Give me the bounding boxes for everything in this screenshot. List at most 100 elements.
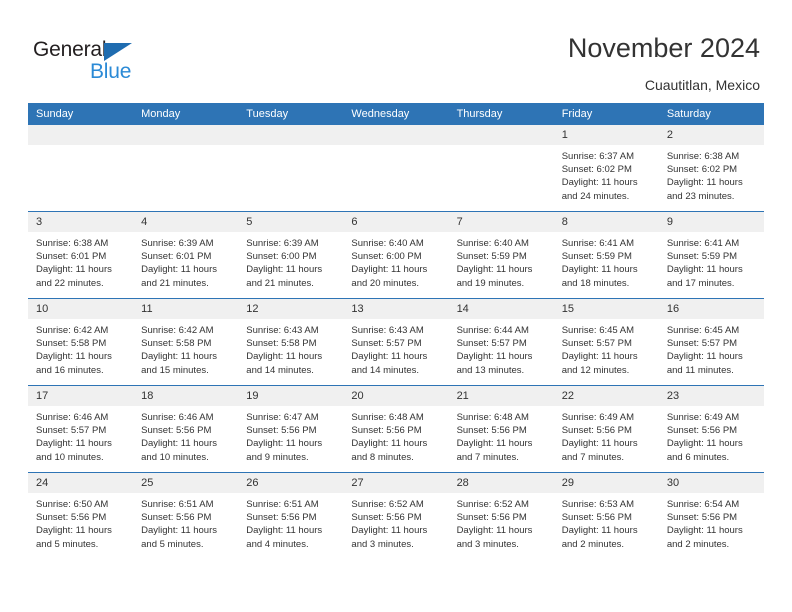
general-blue-logo[interactable]: General Blue: [33, 38, 153, 84]
day-info-line: Sunset: 5:56 PM: [351, 425, 422, 437]
day-info-line: Daylight: 11 hours: [561, 525, 638, 537]
day-info-line: Sunset: 5:59 PM: [666, 251, 738, 263]
day-info-line: Daylight: 11 hours: [351, 351, 428, 363]
day-number: 29: [553, 473, 659, 493]
day-info-line: Sunrise: 6:52 AM: [456, 499, 529, 510]
day-number: 16: [658, 299, 764, 319]
day-info-line: Sunset: 5:56 PM: [141, 425, 212, 437]
day-info-line: and 18 minutes.: [561, 277, 630, 289]
calendar-day-cell[interactable]: 19 Sunrise: 6:47 AM Sunset: 5:56 PM Dayligh…: [238, 385, 344, 473]
calendar-day-cell[interactable]: 28 Sunrise: 6:52 AM Sunset: 5:56 PM Dayligh…: [448, 472, 554, 559]
day-sun-info: Sunrise: 6:40 AM Sunset: 5:59 PM Daylight:…: [449, 232, 554, 290]
day-sun-info: Sunrise: 6:44 AM Sunset: 5:57 PM Daylight:…: [449, 319, 554, 377]
calendar-day-cell[interactable]: 25 Sunrise: 6:51 AM Sunset: 5:56 PM Dayligh…: [133, 472, 239, 559]
day-info-line: and 19 minutes.: [456, 277, 525, 289]
calendar-day-cell[interactable]: 16 Sunrise: 6:45 AM Sunset: 5:57 PM Dayligh…: [658, 298, 764, 386]
day-info-line: Daylight: 11 hours: [561, 351, 638, 363]
day-sun-info: Sunrise: 6:47 AM Sunset: 5:56 PM Daylight:…: [238, 406, 343, 464]
day-info-line: and 5 minutes.: [36, 538, 99, 550]
calendar-week-row: 17 Sunrise: 6:46 AM Sunset: 5:57 PM Dayligh…: [28, 385, 764, 473]
calendar-day-cell[interactable]: 29 Sunrise: 6:53 AM Sunset: 5:56 PM Dayligh…: [553, 472, 659, 559]
day-info-line: Sunrise: 6:43 AM: [246, 325, 319, 336]
calendar-day-cell[interactable]: 18 Sunrise: 6:46 AM Sunset: 5:56 PM Dayligh…: [133, 385, 239, 473]
day-info-line: Sunset: 5:56 PM: [141, 512, 212, 524]
day-info-line: Sunset: 5:56 PM: [456, 425, 527, 437]
day-info-line: and 5 minutes.: [141, 538, 204, 550]
logo-text-general: General: [33, 38, 107, 61]
calendar-day-cell[interactable]: 20 Sunrise: 6:48 AM Sunset: 5:56 PM Dayligh…: [343, 385, 449, 473]
day-info-line: Sunset: 6:02 PM: [666, 164, 738, 176]
calendar-day-cell[interactable]: 12 Sunrise: 6:43 AM Sunset: 5:58 PM Dayligh…: [238, 298, 344, 386]
day-info-line: and 4 minutes.: [246, 538, 309, 550]
calendar-empty-cell: [28, 125, 134, 212]
day-info-line: Sunrise: 6:42 AM: [36, 325, 109, 336]
day-sun-info: Sunrise: 6:51 AM Sunset: 5:56 PM Daylight:…: [133, 493, 238, 551]
calendar-empty-cell: [343, 125, 449, 212]
calendar-day-cell[interactable]: 3 Sunrise: 6:38 AM Sunset: 6:01 PM Daylight…: [28, 211, 134, 299]
day-number: 5: [238, 212, 344, 232]
calendar-day-cell[interactable]: 8 Sunrise: 6:41 AM Sunset: 5:59 PM Daylight…: [553, 211, 659, 299]
calendar-day-cell[interactable]: 22 Sunrise: 6:49 AM Sunset: 5:56 PM Dayligh…: [553, 385, 659, 473]
logo-text-blue: Blue: [90, 60, 132, 83]
day-info-line: Daylight: 11 hours: [246, 525, 323, 537]
day-info-line: Sunrise: 6:39 AM: [246, 238, 319, 249]
day-number: 28: [448, 473, 554, 493]
day-info-line: Sunset: 5:57 PM: [351, 338, 422, 350]
day-info-line: and 2 minutes.: [561, 538, 625, 550]
calendar-day-cell[interactable]: 5 Sunrise: 6:39 AM Sunset: 6:00 PM Daylight…: [238, 211, 344, 299]
day-sun-info: Sunrise: 6:43 AM Sunset: 5:57 PM Daylight:…: [343, 319, 448, 377]
day-info-line: Daylight: 11 hours: [456, 525, 533, 537]
day-info-line: Daylight: 11 hours: [351, 525, 428, 537]
calendar-day-cell[interactable]: 26 Sunrise: 6:51 AM Sunset: 5:56 PM Dayligh…: [238, 472, 344, 559]
day-info-line: Sunset: 5:59 PM: [456, 251, 527, 263]
day-number: [133, 125, 239, 145]
day-sun-info: Sunrise: 6:51 AM Sunset: 5:56 PM Daylight:…: [238, 493, 343, 551]
calendar-day-cell[interactable]: 4 Sunrise: 6:39 AM Sunset: 6:01 PM Daylight…: [133, 211, 239, 299]
day-number: 20: [343, 386, 449, 406]
day-info-line: Sunrise: 6:53 AM: [561, 499, 635, 510]
day-info-line: Sunrise: 6:40 AM: [456, 238, 529, 249]
day-info-line: Sunrise: 6:41 AM: [561, 238, 635, 249]
calendar-day-cell[interactable]: 23 Sunrise: 6:49 AM Sunset: 5:56 PM Dayligh…: [658, 385, 764, 473]
calendar-day-cell[interactable]: 17 Sunrise: 6:46 AM Sunset: 5:57 PM Dayligh…: [28, 385, 134, 473]
calendar-week-row: 24 Sunrise: 6:50 AM Sunset: 5:56 PM Dayligh…: [28, 472, 764, 559]
day-info-line: Sunrise: 6:37 AM: [561, 151, 635, 162]
day-info-line: Daylight: 11 hours: [246, 438, 323, 450]
day-info-line: Daylight: 11 hours: [456, 351, 533, 363]
day-info-line: Sunset: 6:00 PM: [351, 251, 422, 263]
day-info-line: Daylight: 11 hours: [36, 438, 112, 450]
calendar-day-cell[interactable]: 15 Sunrise: 6:45 AM Sunset: 5:57 PM Dayligh…: [553, 298, 659, 386]
calendar-page: General Blue November 2024 Cuautitlan, M…: [0, 0, 792, 612]
calendar-day-cell[interactable]: 6 Sunrise: 6:40 AM Sunset: 6:00 PM Daylight…: [343, 211, 449, 299]
calendar-grid: Sunday Monday Tuesday Wednesday Thursday…: [28, 103, 764, 559]
day-sun-info: Sunrise: 6:52 AM Sunset: 5:56 PM Daylight:…: [343, 493, 448, 551]
calendar-empty-cell: [133, 125, 239, 212]
calendar-day-cell[interactable]: 24 Sunrise: 6:50 AM Sunset: 5:56 PM Dayligh…: [28, 472, 134, 559]
day-info-line: Sunset: 5:57 PM: [666, 338, 738, 350]
calendar-day-cell[interactable]: 10 Sunrise: 6:42 AM Sunset: 5:58 PM Dayligh…: [28, 298, 134, 386]
calendar-day-cell[interactable]: 13 Sunrise: 6:43 AM Sunset: 5:57 PM Dayligh…: [343, 298, 449, 386]
day-number: 6: [343, 212, 449, 232]
day-info-line: Sunset: 5:56 PM: [666, 512, 738, 524]
calendar-day-cell[interactable]: 14 Sunrise: 6:44 AM Sunset: 5:57 PM Dayligh…: [448, 298, 554, 386]
day-sun-info: Sunrise: 6:41 AM Sunset: 5:59 PM Daylight:…: [554, 232, 659, 290]
day-info-line: Daylight: 11 hours: [456, 438, 533, 450]
calendar-day-cell[interactable]: 30 Sunrise: 6:54 AM Sunset: 5:56 PM Dayligh…: [658, 472, 764, 559]
calendar-day-cell[interactable]: 2 Sunrise: 6:38 AM Sunset: 6:02 PM Daylight…: [658, 125, 764, 212]
calendar-day-cell[interactable]: 1 Sunrise: 6:37 AM Sunset: 6:02 PM Daylight…: [553, 125, 659, 212]
day-info-line: and 7 minutes.: [456, 451, 519, 463]
day-number: 11: [133, 299, 239, 319]
calendar-day-cell[interactable]: 27 Sunrise: 6:52 AM Sunset: 5:56 PM Dayligh…: [343, 472, 449, 559]
day-info-line: Sunset: 5:56 PM: [246, 512, 317, 524]
day-info-line: and 6 minutes.: [666, 451, 730, 463]
day-info-line: and 24 minutes.: [561, 190, 630, 202]
calendar-day-cell[interactable]: 11 Sunrise: 6:42 AM Sunset: 5:58 PM Dayligh…: [133, 298, 239, 386]
calendar-day-cell[interactable]: 21 Sunrise: 6:48 AM Sunset: 5:56 PM Dayligh…: [448, 385, 554, 473]
calendar-day-cell[interactable]: 7 Sunrise: 6:40 AM Sunset: 5:59 PM Daylight…: [448, 211, 554, 299]
calendar-day-cell[interactable]: 9 Sunrise: 6:41 AM Sunset: 5:59 PM Daylight…: [658, 211, 764, 299]
day-info-line: Daylight: 11 hours: [561, 264, 638, 276]
day-info-line: and 11 minutes.: [666, 364, 734, 376]
day-number: [28, 125, 134, 145]
day-info-line: and 14 minutes.: [246, 364, 314, 376]
day-info-line: Sunrise: 6:38 AM: [666, 151, 740, 162]
